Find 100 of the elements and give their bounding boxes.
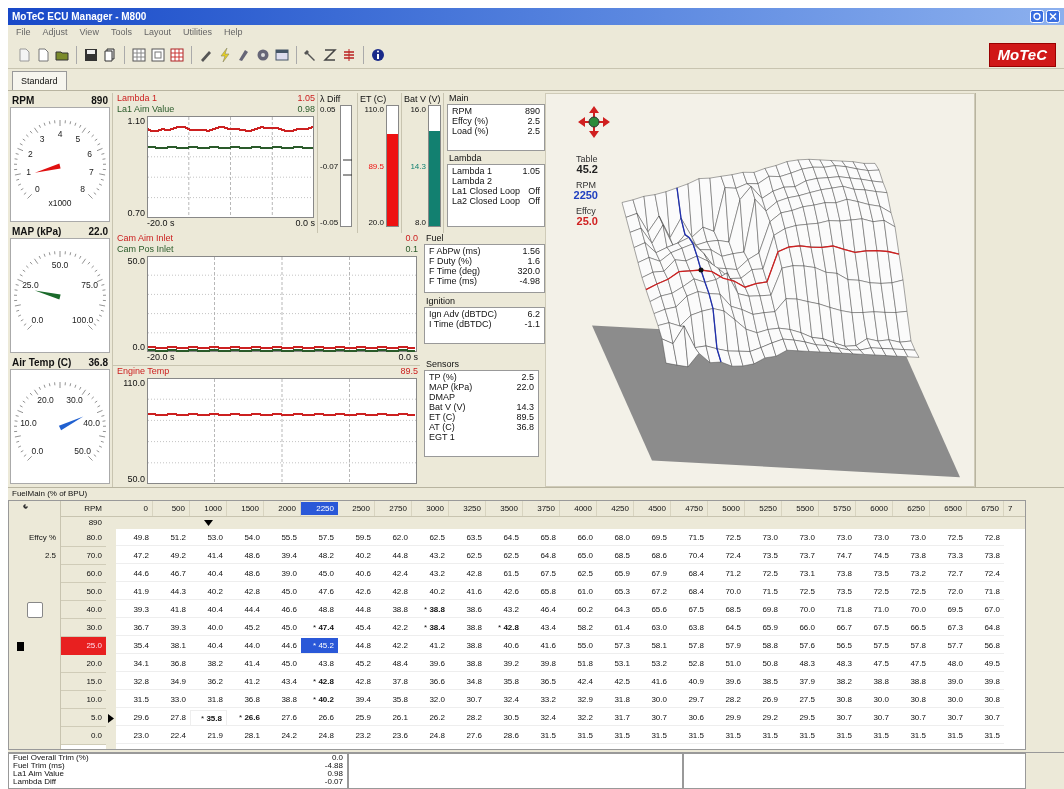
table-cell[interactable]: 58.8 <box>745 638 782 654</box>
table-cell[interactable]: 30.8 <box>819 692 856 708</box>
column-header[interactable]: 3500 <box>486 501 523 516</box>
table-cell[interactable]: 55.5 <box>264 530 301 546</box>
row-header[interactable]: 0.0 <box>61 727 106 745</box>
table-cell[interactable]: 71.8 <box>967 584 1004 600</box>
table-cell[interactable]: 41.9 <box>116 584 153 600</box>
table-cell[interactable]: 30.7 <box>893 710 930 726</box>
table-cell[interactable]: 73.0 <box>819 530 856 546</box>
row-header[interactable]: 60.0 <box>61 565 106 583</box>
table-cell[interactable]: 63.8 <box>671 620 708 636</box>
table-cell[interactable]: 44.8 <box>338 638 375 654</box>
table-cell[interactable]: 60.2 <box>560 602 597 618</box>
table-cell[interactable]: 47.5 <box>893 656 930 672</box>
table-cell[interactable]: * 38.8 <box>412 602 449 618</box>
table-cell[interactable]: 62.5 <box>560 566 597 582</box>
table-cell[interactable]: 48.8 <box>301 602 338 618</box>
table-cell[interactable]: 45.0 <box>264 656 301 672</box>
table-cell[interactable]: 73.0 <box>745 530 782 546</box>
table-cell[interactable]: 45.4 <box>338 620 375 636</box>
table-cell[interactable]: 32.4 <box>486 692 523 708</box>
table-cell[interactable]: 48.3 <box>819 656 856 672</box>
column-header[interactable]: 1000 <box>190 501 227 516</box>
table-cell[interactable]: 62.5 <box>486 548 523 564</box>
table-cell[interactable]: 44.0 <box>227 638 264 654</box>
table-cell[interactable]: 51.2 <box>153 530 190 546</box>
table-cell[interactable]: 71.8 <box>819 602 856 618</box>
column-header[interactable]: 3000 <box>412 501 449 516</box>
table-cell[interactable]: * 26.6 <box>227 710 264 726</box>
table-cell[interactable]: 34.8 <box>449 674 486 690</box>
table-cell[interactable]: 30.5 <box>486 710 523 726</box>
menu-item[interactable]: Tools <box>110 26 132 40</box>
table-cell[interactable]: 30.7 <box>930 710 967 726</box>
row-header[interactable]: 40.0 <box>61 601 106 619</box>
table-cell[interactable]: 64.5 <box>708 620 745 636</box>
table-cell[interactable]: 41.4 <box>227 656 264 672</box>
table-cell[interactable]: 52.8 <box>671 656 708 672</box>
row-header[interactable]: 70.0 <box>61 547 106 565</box>
table-cell[interactable]: 40.4 <box>190 638 227 654</box>
table-cell[interactable]: 35.4 <box>116 638 153 654</box>
column-header[interactable]: 6750 <box>967 501 1004 516</box>
table-cell[interactable]: 45.0 <box>301 566 338 582</box>
table-cell[interactable]: 31.5 <box>967 728 1004 744</box>
table-cell[interactable]: 69.8 <box>745 602 782 618</box>
table-cell[interactable]: 72.4 <box>708 548 745 564</box>
table-cell[interactable]: 28.6 <box>486 728 523 744</box>
table-cell[interactable]: 70.0 <box>893 602 930 618</box>
table-cell[interactable]: 44.3 <box>153 584 190 600</box>
table-cell[interactable]: 42.4 <box>375 566 412 582</box>
table-cell[interactable]: 31.5 <box>930 728 967 744</box>
column-header[interactable]: 2500 <box>338 501 375 516</box>
table-cell[interactable]: 30.0 <box>856 692 893 708</box>
table-cell[interactable]: 55.0 <box>560 638 597 654</box>
menu-item[interactable]: Help <box>223 26 243 40</box>
table-cell[interactable]: 57.5 <box>856 638 893 654</box>
row-header[interactable]: 20.0 <box>61 655 106 673</box>
table-cell[interactable]: 39.0 <box>930 674 967 690</box>
table-cell[interactable]: 53.1 <box>597 656 634 672</box>
table-cell[interactable]: 56.8 <box>967 638 1004 654</box>
table-cell[interactable]: 42.8 <box>338 674 375 690</box>
table-cell[interactable]: 43.2 <box>412 548 449 564</box>
table-cell[interactable]: 67.2 <box>634 584 671 600</box>
table-cell[interactable]: 40.2 <box>338 548 375 564</box>
column-header[interactable]: 5500 <box>782 501 819 516</box>
table-cell[interactable]: 32.2 <box>560 710 597 726</box>
table-cell[interactable]: 67.3 <box>930 620 967 636</box>
table-cell[interactable]: 65.8 <box>523 530 560 546</box>
table-cell[interactable]: 65.6 <box>634 602 671 618</box>
table-cell[interactable]: 67.9 <box>634 566 671 582</box>
table-cell[interactable]: 54.0 <box>227 530 264 546</box>
table-cell[interactable]: 31.5 <box>856 728 893 744</box>
table-cell[interactable]: 57.9 <box>708 638 745 654</box>
table-cell[interactable]: 61.0 <box>560 584 597 600</box>
table-cell[interactable]: 72.5 <box>782 584 819 600</box>
table-cell[interactable]: 70.0 <box>782 602 819 618</box>
table-cell[interactable]: 28.2 <box>708 692 745 708</box>
table-cell[interactable]: 48.4 <box>375 656 412 672</box>
table-cell[interactable]: 34.9 <box>153 674 190 690</box>
table-cell[interactable]: 48.0 <box>930 656 967 672</box>
column-header[interactable]: 2250 <box>301 502 338 515</box>
table-cell[interactable]: 30.7 <box>967 710 1004 726</box>
table-cell[interactable]: 49.5 <box>967 656 1004 672</box>
table-cell[interactable]: 56.5 <box>819 638 856 654</box>
table-cell[interactable]: 31.5 <box>893 728 930 744</box>
table-cell[interactable]: 37.8 <box>375 674 412 690</box>
table-cell[interactable]: 28.1 <box>227 728 264 744</box>
table-cell[interactable]: 38.6 <box>449 602 486 618</box>
table-cell[interactable]: 44.6 <box>116 566 153 582</box>
table-cell[interactable]: 31.7 <box>597 710 634 726</box>
table-cell[interactable]: 36.2 <box>190 674 227 690</box>
column-header[interactable]: 2750 <box>375 501 412 516</box>
table-cell[interactable]: 49.8 <box>116 530 153 546</box>
table-cell[interactable]: 65.9 <box>597 566 634 582</box>
table-cell[interactable]: 25.9 <box>338 710 375 726</box>
table-cell[interactable]: 65.0 <box>560 548 597 564</box>
table-cell[interactable]: 23.6 <box>375 728 412 744</box>
table-cell[interactable]: 63.0 <box>634 620 671 636</box>
table-cell[interactable]: 36.8 <box>227 692 264 708</box>
table-cell[interactable]: 41.2 <box>412 638 449 654</box>
table-cell[interactable]: 68.0 <box>597 530 634 546</box>
